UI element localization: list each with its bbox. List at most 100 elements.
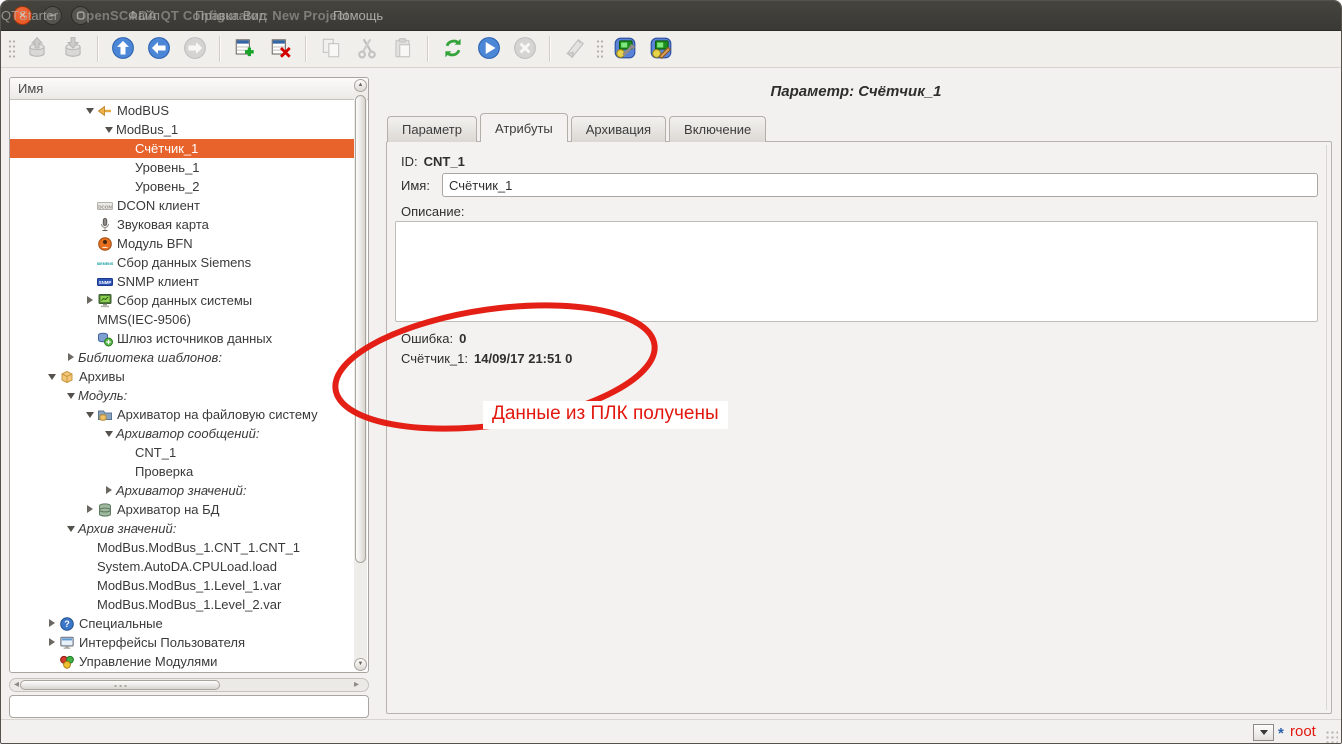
svg-text:SNMP: SNMP [99,280,112,285]
expander-open-icon[interactable] [104,125,116,135]
tree-item[interactable]: Проверка [10,462,354,481]
tree-item-label: CNT_1 [135,445,176,460]
page-title: Параметр: Счётчик_1 [377,83,1335,100]
resize-grip[interactable] [1325,730,1338,743]
tree-item[interactable]: ModBus.ModBus_1.Level_1.var [10,576,354,595]
expander-open-icon[interactable] [66,524,78,534]
tree-item[interactable]: SIEMENSСбор данных Siemens [10,253,354,272]
tree-item[interactable]: DCONDCON клиент [10,196,354,215]
delete-item-button[interactable] [266,34,296,64]
tree-vertical-scrollbar[interactable]: ▲ ▼ [354,79,367,671]
tree-search-input[interactable] [9,695,369,718]
tree-item-label: Сбор данных Siemens [117,255,251,270]
expander-spacer [85,277,97,287]
tree-horizontal-scrollbar[interactable]: ◂ ▸ [9,678,369,692]
horizontal-scrollbar-thumb[interactable] [20,680,220,690]
item-add-icon [233,36,257,63]
menu-edit[interactable]: Правка [195,8,239,23]
tree-item-label: Шлюз источников данных [117,331,272,346]
vertical-scrollbar-thumb[interactable] [355,95,366,563]
scroll-up-icon[interactable]: ▲ [354,79,367,92]
tree-item[interactable]: Архивы [10,367,354,386]
tree-item[interactable]: SNMPSNMP клиент [10,272,354,291]
tree-item[interactable]: Уровень_2 [10,177,354,196]
tab-archiving[interactable]: Архивация [571,116,666,142]
tree-item[interactable]: System.AutoDA.CPULoad.load [10,557,354,576]
expander-open-icon[interactable] [47,372,59,382]
tree-item[interactable]: Шлюз источников данных [10,329,354,348]
menu-qtstarter[interactable]: QTStarter [1,8,58,23]
tree-item[interactable]: Архиватор сообщений: [10,424,354,443]
chevron-down-icon [1260,730,1268,735]
menu-help[interactable]: Помощь [333,8,383,23]
tree-item[interactable]: ModBus.ModBus_1.CNT_1.CNT_1 [10,538,354,557]
expander-spacer [123,448,135,458]
tab-enable[interactable]: Включение [669,116,766,142]
tree-item[interactable]: ModBus.ModBus_1.Level_2.var [10,595,354,614]
menu-file[interactable]: Файл [128,8,160,23]
start-button[interactable] [474,34,504,64]
scroll-right-icon[interactable]: ▸ [354,680,364,690]
toolbar-separator [549,36,551,62]
qtcfg-configurator-2-button[interactable] [646,34,676,64]
tree-item[interactable]: Сбор данных системы [10,291,354,310]
tree-item[interactable]: Счётчик_1 [10,139,354,158]
paste-button[interactable] [388,34,418,64]
description-textarea[interactable] [395,221,1318,322]
qtcfg-configurator-button[interactable] [610,34,640,64]
expander-closed-icon[interactable] [47,638,59,648]
tree-item[interactable]: Уровень_1 [10,158,354,177]
tab-parameter[interactable]: Параметр [387,116,477,142]
expander-closed-icon[interactable] [85,296,97,306]
cut-icon [355,36,379,63]
toolbar-drag-handle[interactable] [596,39,604,59]
tab-attributes[interactable]: Атрибуты [480,113,568,142]
tree-item[interactable]: Архиватор значений: [10,481,354,500]
expander-spacer [85,315,97,325]
expander-open-icon[interactable] [104,429,116,439]
user-combo[interactable] [1253,724,1274,741]
load-from-db-button[interactable] [22,34,52,64]
expander-closed-icon[interactable] [47,619,59,629]
tree-item[interactable]: Архиватор на БД [10,500,354,519]
scroll-down-icon[interactable]: ▼ [354,658,367,671]
tree-item[interactable]: ModBus_1 [10,120,354,139]
stop-button[interactable] [510,34,540,64]
tree-item[interactable]: Архив значений: [10,519,354,538]
expander-open-icon[interactable] [85,106,97,116]
tree-item[interactable]: Звуковая карта [10,215,354,234]
tree-header[interactable]: Имя [10,78,368,100]
svg-text:DCON: DCON [98,204,112,209]
back-button[interactable] [144,34,174,64]
toolbar-drag-handle[interactable] [8,39,16,59]
copy-button[interactable] [316,34,346,64]
tree-item-label: Сбор данных системы [117,293,252,308]
add-item-button[interactable] [230,34,260,64]
expander-closed-icon[interactable] [66,353,78,363]
tree-item[interactable]: Модуль BFN [10,234,354,253]
refresh-button[interactable] [438,34,468,64]
expander-closed-icon[interactable] [85,505,97,515]
expander-open-icon[interactable] [66,391,78,401]
expander-open-icon[interactable] [85,410,97,420]
up-button[interactable] [108,34,138,64]
tree-item[interactable]: Интерфейсы Пользователя [10,633,354,652]
tree-item[interactable]: ModBUS [10,101,354,120]
tree-item[interactable]: Управление Модулями [10,652,354,671]
titlebar[interactable]: × − ▢ OpenSCADA QT Configurator: New Pro… [1,1,1341,31]
tree-item[interactable]: ?Специальные [10,614,354,633]
cut-button[interactable] [352,34,382,64]
annotation-text: Данные из ПЛК получены [483,401,728,429]
name-input[interactable] [442,173,1318,197]
save-to-db-button[interactable] [58,34,88,64]
tree-item[interactable]: Библиотека шаблонов: [10,348,354,367]
forward-button[interactable] [180,34,210,64]
tree-item[interactable]: Архиватор на файловую систему [10,405,354,424]
current-user[interactable]: root [1290,723,1316,740]
menu-view[interactable]: Вид [243,8,267,23]
tree-item[interactable]: CNT_1 [10,443,354,462]
manual-button[interactable] [560,34,590,64]
expander-closed-icon[interactable] [104,486,116,496]
tree-item[interactable]: Модуль: [10,386,354,405]
tree-item[interactable]: MMS(IEC-9506) [10,310,354,329]
